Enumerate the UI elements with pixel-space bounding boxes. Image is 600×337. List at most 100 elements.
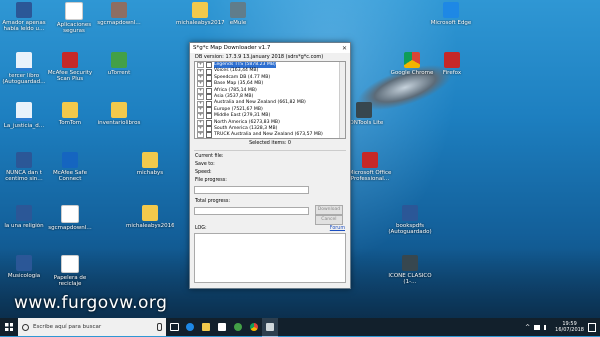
expand-icon[interactable]: + <box>197 113 204 120</box>
tree-checkbox[interactable] <box>206 94 212 101</box>
expand-icon[interactable]: + <box>197 62 204 69</box>
cancel-button[interactable]: Cancel <box>314 214 343 225</box>
tree-checkbox[interactable] <box>206 132 212 138</box>
desktop-icon[interactable]: McAfee Security Scan Plus <box>46 52 94 82</box>
desktop-icon[interactable]: Amador apenas había leído u… <box>0 2 48 32</box>
log-area[interactable] <box>194 232 346 283</box>
desktop-icon-label: sgcmapdownl… <box>48 225 92 231</box>
desktop-icon[interactable]: Firefox <box>428 52 476 76</box>
map-downloader-icon <box>266 322 274 331</box>
taskbar-app-map-downloader[interactable] <box>262 317 278 337</box>
desktop-icon[interactable]: michaleabys2016 <box>126 205 174 229</box>
volume-icon[interactable] <box>544 324 551 330</box>
doc-file-icon <box>61 255 79 273</box>
taskbar-app-torrent[interactable] <box>230 318 246 336</box>
desktop-icon-label: La_justicia_d… <box>3 123 45 129</box>
close-icon[interactable]: ✕ <box>342 45 347 52</box>
desktop-icon-label: ICONE CLASICO (1-… <box>388 273 432 285</box>
desktop-icon[interactable]: bookspdfs (Autoguardado) <box>386 205 434 235</box>
desktop-icon[interactable]: ICONE CLASICO (1-… <box>386 255 434 285</box>
utorrent-icon <box>234 323 242 331</box>
title-bar[interactable]: S*g*c Map Downloader v1.7 ✕ <box>190 43 350 53</box>
tree-checkbox[interactable] <box>206 113 212 120</box>
network-icon[interactable] <box>534 324 541 330</box>
folder-file-icon <box>192 2 208 18</box>
desktop-icon-label: Amador apenas había leído u… <box>2 20 46 32</box>
desktop-icon[interactable]: sgcmapdownl… <box>46 205 94 231</box>
taskbar-app-edge[interactable] <box>182 318 198 336</box>
desktop-icon[interactable]: uTorrent <box>95 52 143 76</box>
start-button[interactable] <box>0 318 18 336</box>
desktop-icon[interactable]: Microsoft Office Professional… <box>346 152 394 182</box>
folder-file-icon <box>142 152 158 168</box>
microphone-icon[interactable] <box>157 323 162 331</box>
expand-icon[interactable]: + <box>197 81 204 88</box>
forum-link[interactable]: Forum <box>330 226 345 231</box>
expand-icon[interactable]: + <box>197 100 204 107</box>
taskbar-app-chrome[interactable] <box>246 318 262 336</box>
clock[interactable]: 19:59 16/07/2018 <box>555 321 584 333</box>
file-progress-bar <box>194 186 309 195</box>
expand-icon[interactable]: + <box>197 74 204 81</box>
current-file-label: Current file: <box>195 154 224 160</box>
map-tree[interactable]: + Legends TTS (5878.23 MB) + Voices (163,44… <box>194 61 346 139</box>
chrome-file-icon <box>404 52 420 68</box>
tree-checkbox[interactable] <box>206 100 212 107</box>
expand-icon[interactable]: + <box>197 87 204 94</box>
desktop-icon[interactable]: eMule <box>214 2 262 26</box>
download-button[interactable]: Download <box>314 204 343 215</box>
desktop-icon-label: Musicología <box>7 273 41 279</box>
desktop-icon[interactable]: NUNCA dan t centimo sin… <box>0 152 48 182</box>
taskbar-app-store[interactable] <box>214 318 230 336</box>
tree-checkbox[interactable] <box>206 106 212 113</box>
notifications-icon[interactable] <box>588 322 596 332</box>
expand-icon[interactable]: + <box>197 94 204 101</box>
tree-checkbox[interactable] <box>206 62 212 69</box>
desktop-icon[interactable]: Aplicaciones seguras <box>50 2 98 34</box>
desktop-icon-label: Microsoft Office Professional… <box>348 170 392 182</box>
tree-checkbox[interactable] <box>206 126 212 133</box>
total-progress-label: Total progress: <box>195 198 231 204</box>
desktop-icon[interactable]: tercer libro (Autoguardad… <box>0 52 48 85</box>
expand-icon[interactable]: + <box>197 68 204 75</box>
tree-checkbox[interactable] <box>206 119 212 126</box>
doc-file-icon <box>61 205 79 223</box>
expand-icon[interactable]: + <box>197 126 204 133</box>
gear-file-icon <box>230 2 246 18</box>
desktop-icon[interactable]: sgcmapdownl… <box>95 2 143 26</box>
task-view-button[interactable] <box>166 318 182 336</box>
desktop-icon[interactable]: michabys <box>126 152 174 176</box>
mon-file-icon <box>356 102 372 118</box>
tree-row[interactable]: + TRUCK Australia and New Zealand (673,57… <box>195 132 345 138</box>
search-box[interactable]: Escribe aquí para buscar <box>18 318 166 336</box>
expand-icon[interactable]: + <box>197 132 204 138</box>
selected-items: Selected items: 0 <box>249 141 291 146</box>
desktop-icon[interactable]: Microsoft Edge <box>427 2 475 26</box>
tree-checkbox[interactable] <box>206 74 212 81</box>
desktop-icon-label: Microsoft Edge <box>430 20 472 26</box>
desktop-icon-label: bookspdfs (Autoguardado) <box>388 223 432 235</box>
store-icon <box>218 323 226 331</box>
desktop-icon-label: uTorrent <box>107 70 131 76</box>
expand-icon[interactable]: + <box>197 106 204 113</box>
word-file-icon <box>16 205 32 221</box>
tree-checkbox[interactable] <box>206 68 212 75</box>
desktop-icon[interactable]: la una religión <box>0 205 48 229</box>
shield-file-icon <box>62 152 78 168</box>
tree-checkbox[interactable] <box>206 87 212 94</box>
desktop-icon[interactable]: TomTom <box>46 102 94 126</box>
taskbar-app-explorer[interactable] <box>198 318 214 336</box>
speed-label: Speed: <box>195 169 212 175</box>
desktop-icon-label: tercer libro (Autoguardad… <box>2 73 46 85</box>
desktop-icon[interactable]: La_justicia_d… <box>0 102 48 129</box>
tree-scrollbar[interactable] <box>339 62 345 138</box>
desktop-icon-label: McAfee Safe Connect <box>53 170 87 182</box>
chevron-up-icon[interactable]: ^ <box>525 324 530 331</box>
red-file-icon <box>62 52 78 68</box>
desktop-icon[interactable]: McAfee Safe Connect <box>46 152 94 182</box>
desktop-icon[interactable]: inventariolibros <box>95 102 143 126</box>
desktop-icon[interactable]: Musicología <box>0 255 48 279</box>
expand-icon[interactable]: + <box>197 119 204 126</box>
desktop-icon[interactable]: Papelera de reciclaje <box>46 255 94 287</box>
tree-checkbox[interactable] <box>206 81 212 88</box>
